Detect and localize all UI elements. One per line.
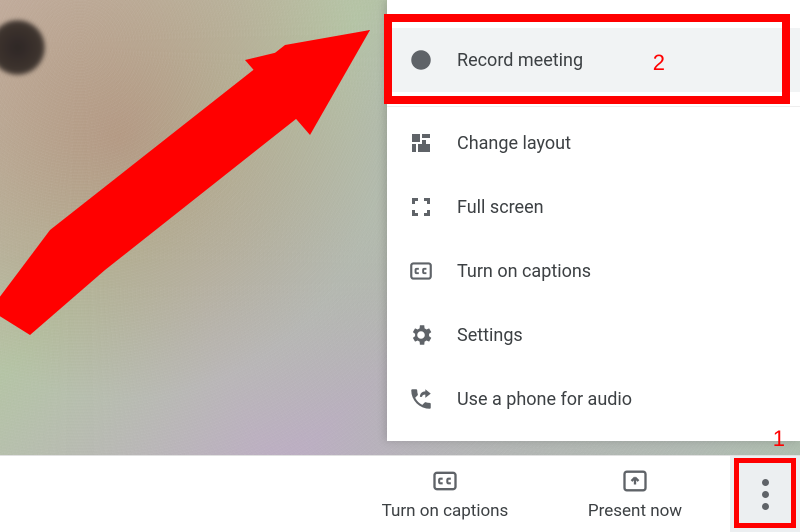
menu-label: Change layout [457, 133, 571, 154]
fullscreen-icon [407, 193, 435, 221]
annotation-label-1: 1 [773, 426, 785, 452]
annotation-label-2: 2 [653, 50, 665, 76]
more-options-menu: Record meeting Change layout Full screen… [387, 0, 800, 441]
menu-item-phone[interactable]: Use a phone for audio [387, 367, 800, 431]
captions-button[interactable]: Turn on captions [350, 456, 540, 532]
menu-item-layout[interactable]: Change layout [387, 111, 800, 175]
present-icon [621, 467, 649, 495]
menu-item-settings[interactable]: Settings [387, 303, 800, 367]
captions-icon [407, 257, 435, 285]
menu-label: Record meeting [457, 50, 583, 71]
menu-label: Settings [457, 325, 523, 346]
menu-item-captions[interactable]: Turn on captions [387, 239, 800, 303]
menu-label: Turn on captions [457, 261, 591, 282]
button-label: Present now [588, 501, 682, 521]
more-options-button[interactable] [730, 456, 800, 532]
phone-audio-icon [407, 385, 435, 413]
more-vertical-icon [762, 479, 769, 510]
present-button[interactable]: Present now [540, 456, 730, 532]
menu-label: Full screen [457, 197, 544, 218]
video-subject-blur [0, 20, 45, 75]
layout-icon [407, 129, 435, 157]
menu-label: Use a phone for audio [457, 389, 632, 410]
bottom-toolbar: Turn on captions Present now [0, 455, 800, 532]
menu-item-record[interactable]: Record meeting [387, 28, 800, 92]
captions-icon [431, 467, 459, 495]
menu-item-fullscreen[interactable]: Full screen [387, 175, 800, 239]
button-label: Turn on captions [382, 501, 509, 521]
record-icon [407, 46, 435, 74]
gear-icon [407, 321, 435, 349]
